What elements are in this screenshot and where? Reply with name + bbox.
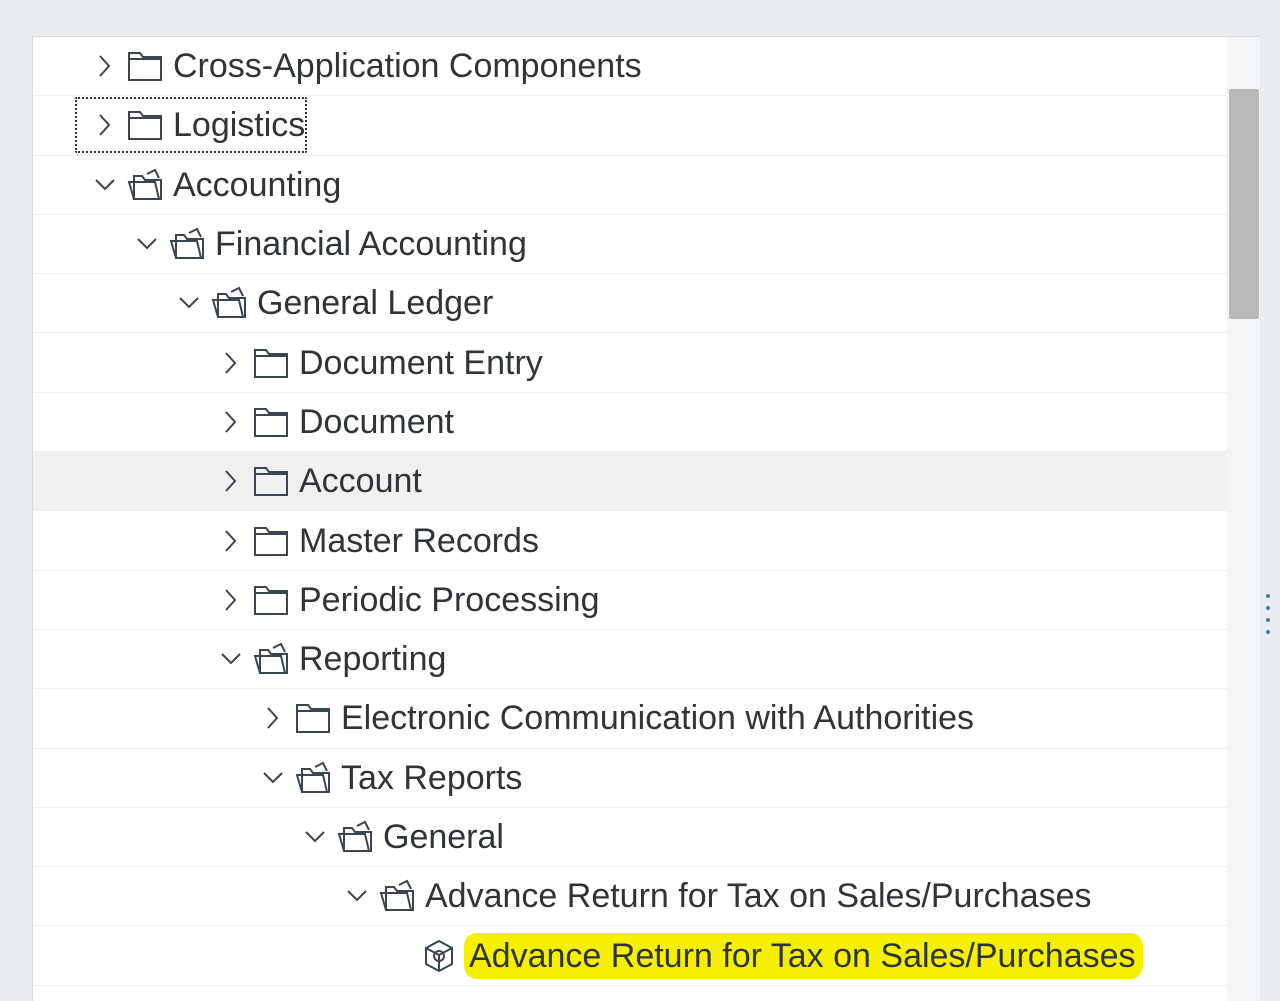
chevron-right-icon[interactable] [211,521,251,561]
tree-node-label[interactable]: Financial Accounting [215,224,527,264]
scrollbar-thumb[interactable] [1229,89,1259,319]
tree-node-label[interactable]: Reporting [299,639,446,679]
folder-closed-icon [251,461,291,501]
folder-open-icon [209,283,249,323]
tree-node-label[interactable]: Electronic Communication with Authoritie… [341,698,974,738]
chevron-right-icon[interactable] [211,402,251,442]
folder-closed-icon [125,105,165,145]
tree-panel: Cross-Application Components Logistics Acc… [32,36,1260,1001]
tree-row[interactable]: Reporting [33,630,1227,690]
tree-node-label[interactable]: Accounting [173,165,341,205]
chevron-right-icon[interactable] [253,698,293,738]
chevron-down-icon[interactable] [85,165,125,205]
folder-closed-icon [293,698,333,738]
tree-node-label[interactable]: Document [299,402,454,442]
folder-open-icon [167,224,207,264]
chevron-right-icon[interactable] [85,46,125,86]
tree-row[interactable]: Document Entry [33,333,1227,393]
tree-node-label[interactable]: Periodic Processing [299,580,599,620]
folder-open-icon [335,817,375,857]
tree-row[interactable]: General [33,808,1227,868]
tree-row[interactable]: General Ledger [33,274,1227,334]
chevron-right-icon[interactable] [211,343,251,383]
tree-node-label[interactable]: Master Records [299,521,539,561]
tree-node-label[interactable]: Logistics [173,105,305,145]
chevron-down-icon[interactable] [169,283,209,323]
tree-row[interactable]: Periodic Processing [33,571,1227,630]
folder-closed-icon [125,46,165,86]
tree-row[interactable]: Account [33,452,1227,512]
tree-row[interactable]: Document [33,393,1227,453]
toggle-spacer [379,936,419,976]
folder-open-icon [251,639,291,679]
chevron-right-icon[interactable] [85,105,125,145]
chevron-down-icon[interactable] [295,817,335,857]
tree-node-label[interactable]: Cross-Application Components [173,46,642,86]
chevron-down-icon[interactable] [337,876,377,916]
chevron-right-icon[interactable] [211,580,251,620]
folder-open-icon [293,758,333,798]
tree-node-label[interactable]: General Ledger [257,283,493,323]
tree-row[interactable]: Electronic Communication with Authoritie… [33,689,1227,749]
folder-closed-icon [251,580,291,620]
tree-node-label[interactable]: Advance Return for Tax on Sales/Purchase… [467,935,1140,976]
transaction-cube-icon [419,936,459,976]
folder-closed-icon [251,402,291,442]
tree-node-label[interactable]: Document Entry [299,343,543,383]
tree-node-label[interactable]: Tax Reports [341,758,522,798]
tree-row[interactable]: Logistics [33,96,1227,156]
folder-closed-icon [251,521,291,561]
tree-row[interactable]: Advance Return for Tax on Sales/Purchase… [33,867,1227,927]
chevron-down-icon[interactable] [127,224,167,264]
tree-node-label[interactable]: General [383,817,504,857]
menu-tree: Cross-Application Components Logistics Acc… [33,37,1227,1001]
folder-open-icon [377,876,417,916]
tree-row[interactable]: Advance Return for Tax on Sales/Purchase… [33,926,1227,986]
chevron-down-icon[interactable] [253,758,293,798]
tree-row[interactable]: Cross-Application Components [33,37,1227,97]
tree-node-label[interactable]: Account [299,461,422,501]
chevron-right-icon[interactable] [211,461,251,501]
chevron-down-icon[interactable] [211,639,251,679]
folder-open-icon [125,165,165,205]
panel-resize-handle[interactable] [1264,594,1272,634]
tree-node-label[interactable]: Advance Return for Tax on Sales/Purchase… [425,876,1092,916]
folder-closed-icon [251,343,291,383]
tree-row[interactable]: Financial Accounting [33,215,1227,275]
tree-row[interactable]: Accounting [33,156,1227,215]
tree-row[interactable]: Tax Reports [33,749,1227,808]
tree-row[interactable]: Master Records [33,511,1227,571]
